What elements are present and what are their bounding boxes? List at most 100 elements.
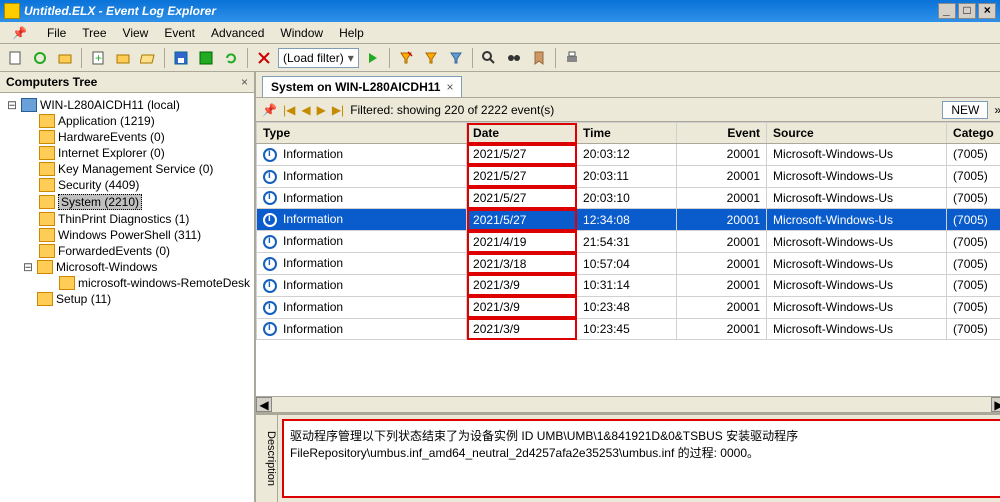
table-row[interactable]: Information2021/3/910:23:4520001Microsof…	[257, 318, 1000, 340]
tree-node[interactable]: Security (4409)	[2, 177, 252, 193]
tab-close-icon[interactable]: ×	[446, 80, 453, 94]
table-row[interactable]: Information2021/5/2720:03:1220001Microso…	[257, 144, 1000, 166]
tree-node[interactable]: ThinPrint Diagnostics (1)	[2, 211, 252, 227]
table-row[interactable]: Information2021/4/1921:54:3120001Microso…	[257, 231, 1000, 253]
first-icon[interactable]: |◀	[283, 103, 295, 117]
prev-icon[interactable]: ◀	[301, 103, 310, 117]
tree-node[interactable]: Application (1219)	[2, 113, 252, 129]
add-doc-icon[interactable]: +	[87, 47, 109, 69]
cell-time: 10:23:48	[577, 296, 677, 318]
col-time[interactable]: Time	[577, 123, 677, 144]
more-icon[interactable]: »	[994, 103, 1000, 117]
folder-open-icon[interactable]	[137, 47, 159, 69]
tree-node-setup[interactable]: Setup (11)	[2, 291, 252, 307]
tree-label: Key Management Service (0)	[58, 162, 213, 176]
tree-node[interactable]: HardwareEvents (0)	[2, 129, 252, 145]
menu-advanced[interactable]: Advanced	[203, 23, 272, 43]
menu-tree[interactable]: Tree	[74, 23, 114, 43]
toolbar: + (Load filter) ▾	[0, 44, 1000, 72]
table-row[interactable]: Information2021/3/1810:57:0420001Microso…	[257, 253, 1000, 275]
tree-node[interactable]: ForwardedEvents (0)	[2, 243, 252, 259]
table-row[interactable]: Information2021/5/2712:34:0820001Microso…	[257, 209, 1000, 231]
maximize-button[interactable]: □	[958, 3, 976, 19]
new-doc-icon[interactable]	[4, 47, 26, 69]
go-icon[interactable]	[362, 47, 384, 69]
refresh-icon[interactable]	[220, 47, 242, 69]
app-icon	[4, 3, 20, 19]
funnel-clear-icon[interactable]	[395, 47, 417, 69]
tree-node[interactable]: Internet Explorer (0)	[2, 145, 252, 161]
cell-category: (7005)	[947, 144, 1000, 166]
folder-icon	[39, 228, 55, 242]
cancel-icon[interactable]	[253, 47, 275, 69]
menu-file[interactable]: File	[39, 23, 74, 43]
collapse-icon[interactable]: ⊟	[22, 260, 34, 274]
open-icon[interactable]	[54, 47, 76, 69]
folder-icon	[39, 146, 55, 160]
collapse-icon[interactable]: ⊟	[6, 98, 18, 112]
tree-root[interactable]: ⊟ WIN-L280AICDH11 (local)	[2, 97, 252, 113]
folder-icon	[39, 114, 55, 128]
tree-label: microsoft-windows-RemoteDesk	[78, 276, 250, 290]
col-date[interactable]: Date	[467, 123, 577, 144]
pin-icon[interactable]: 📌	[4, 23, 35, 43]
cell-time: 20:03:12	[577, 144, 677, 166]
description-tab[interactable]: Description	[256, 415, 278, 502]
information-icon	[263, 213, 277, 227]
cell-category: (7005)	[947, 209, 1000, 231]
horizontal-scrollbar[interactable]: ◀ ▶	[256, 396, 1000, 412]
search-icon[interactable]	[478, 47, 500, 69]
cell-time: 10:31:14	[577, 274, 677, 296]
save-icon[interactable]	[170, 47, 192, 69]
menu-event[interactable]: Event	[156, 23, 203, 43]
cell-time: 10:23:45	[577, 318, 677, 340]
minimize-button[interactable]: _	[938, 3, 956, 19]
funnel-icon[interactable]	[420, 47, 442, 69]
tree-node[interactable]: System (2210)	[2, 193, 252, 211]
folder-icon	[39, 195, 55, 209]
cell-category: (7005)	[947, 231, 1000, 253]
binoculars-icon[interactable]	[503, 47, 525, 69]
folder-icon[interactable]	[112, 47, 134, 69]
tab-system[interactable]: System on WIN-L280AICDH11 ×	[262, 76, 462, 97]
computer-icon	[21, 98, 37, 112]
menu-view[interactable]: View	[115, 23, 157, 43]
tree-label: ThinPrint Diagnostics (1)	[58, 212, 189, 226]
bookmark-icon[interactable]	[528, 47, 550, 69]
col-type[interactable]: Type	[257, 123, 467, 144]
save-green-icon[interactable]	[195, 47, 217, 69]
print-icon[interactable]	[561, 47, 583, 69]
tree-close-icon[interactable]: ×	[241, 75, 248, 89]
menu-help[interactable]: Help	[331, 23, 372, 43]
event-grid[interactable]: Type Date Time Event Source Catego Infor…	[256, 122, 1000, 396]
cell-type: Information	[257, 231, 467, 253]
tree-node[interactable]: Windows PowerShell (311)	[2, 227, 252, 243]
scroll-right-icon[interactable]: ▶	[991, 397, 1000, 412]
refresh-green-icon[interactable]	[29, 47, 51, 69]
last-icon[interactable]: ▶|	[332, 103, 344, 117]
col-event[interactable]: Event	[677, 123, 767, 144]
pin-icon[interactable]: 📌	[262, 103, 277, 117]
scroll-left-icon[interactable]: ◀	[256, 397, 272, 412]
title-bar: Untitled.ELX - Event Log Explorer _ □ ×	[0, 0, 1000, 22]
tree-body[interactable]: ⊟ WIN-L280AICDH11 (local) Application (1…	[0, 93, 254, 502]
tree-node[interactable]: Key Management Service (0)	[2, 161, 252, 177]
table-row[interactable]: Information2021/5/2720:03:1020001Microso…	[257, 187, 1000, 209]
close-button[interactable]: ×	[978, 3, 996, 19]
menu-window[interactable]: Window	[272, 23, 331, 43]
table-row[interactable]: Information2021/3/910:23:4820001Microsof…	[257, 296, 1000, 318]
filter-combo[interactable]: (Load filter) ▾	[278, 48, 359, 68]
tree-node-ms[interactable]: ⊟ Microsoft-Windows	[2, 259, 252, 275]
new-button[interactable]: NEW	[942, 101, 988, 119]
menu-bar: 📌 File Tree View Event Advanced Window H…	[0, 22, 1000, 44]
next-icon[interactable]: ▶	[317, 103, 326, 117]
funnel-blue-icon[interactable]	[445, 47, 467, 69]
col-category[interactable]: Catego	[947, 123, 1000, 144]
tree-node-child[interactable]: microsoft-windows-RemoteDesk	[2, 275, 252, 291]
cell-event: 20001	[677, 253, 767, 275]
information-icon	[263, 170, 277, 184]
table-row[interactable]: Information2021/5/2720:03:1120001Microso…	[257, 165, 1000, 187]
table-row[interactable]: Information2021/3/910:31:1420001Microsof…	[257, 274, 1000, 296]
col-source[interactable]: Source	[767, 123, 947, 144]
information-icon	[263, 322, 277, 336]
